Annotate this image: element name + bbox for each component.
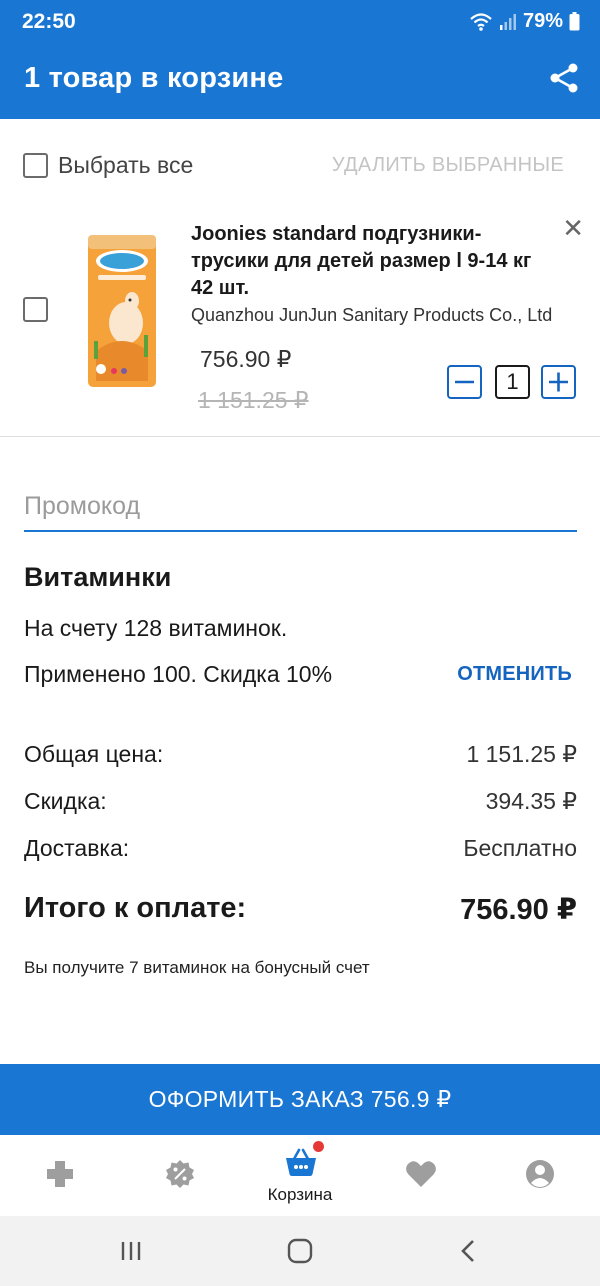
- item-old-price: 1 151.25 ₽: [198, 387, 309, 413]
- profile-icon: [526, 1160, 554, 1188]
- cancel-vitamins-button[interactable]: ОТМЕНИТЬ: [457, 663, 572, 686]
- summary-total-price-row: Общая цена: 1 151.25 ₽: [24, 741, 577, 768]
- vitamins-balance: На счету 128 витаминок.: [24, 615, 288, 641]
- summary-delivery-row: Доставка: Бесплатно: [24, 835, 577, 862]
- cart-item: Joonies standard подгузники-трусики для …: [0, 205, 600, 437]
- total-price-label: Общая цена:: [24, 741, 164, 767]
- nav-item-favorites[interactable]: [360, 1135, 480, 1216]
- item-manufacturer: Quanzhou JunJun Sanitary Products Co., L…: [191, 305, 553, 325]
- summary-to-pay-row: Итого к оплате: 756.90 ₽: [24, 892, 577, 927]
- item-name[interactable]: Joonies standard подгузники-трусики для …: [191, 221, 551, 302]
- item-price: 756.90 ₽: [200, 346, 292, 372]
- cart-notification-badge: [313, 1141, 324, 1152]
- bottom-navigation: Корзина: [0, 1135, 600, 1216]
- signal-icon: [499, 13, 516, 30]
- to-pay-value: 756.90 ₽: [460, 894, 577, 926]
- page-title: 1 товар в корзине: [24, 62, 284, 94]
- bonus-info: Вы получите 7 витаминок на бонусный счет: [24, 958, 370, 977]
- wifi-icon: [470, 12, 492, 31]
- nav-item-catalog[interactable]: [0, 1135, 120, 1216]
- promo-code-field-wrapper: [24, 488, 577, 532]
- heart-icon: [406, 1161, 436, 1187]
- medical-cross-icon: [47, 1161, 73, 1187]
- system-navigation-bar: [0, 1216, 600, 1286]
- select-all-row: Выбрать все УДАЛИТЬ ВЫБРАННЫЕ: [0, 140, 600, 192]
- promo-code-input[interactable]: [24, 488, 577, 524]
- increase-quantity-button[interactable]: [541, 365, 576, 399]
- basket-icon: [286, 1148, 316, 1176]
- delivery-value: Бесплатно: [463, 835, 577, 861]
- total-price-value: 1 151.25 ₽: [466, 741, 577, 767]
- plus-icon: [549, 372, 568, 392]
- nav-item-cart[interactable]: Корзина: [240, 1135, 360, 1216]
- quantity-value[interactable]: 1: [495, 365, 530, 399]
- item-checkbox[interactable]: [23, 297, 48, 322]
- vitamins-applied: Применено 100. Скидка 10%: [24, 661, 333, 687]
- nav-item-promotions[interactable]: [120, 1135, 240, 1216]
- vitamins-title: Витаминки: [24, 562, 172, 592]
- decrease-quantity-button[interactable]: [447, 365, 482, 399]
- back-icon[interactable]: [453, 1236, 483, 1266]
- remove-item-icon[interactable]: ✕: [562, 213, 584, 244]
- diaper-package-image[interactable]: [86, 231, 158, 391]
- to-pay-label: Итого к оплате:: [24, 892, 247, 924]
- summary-discount-row: Скидка: 394.35 ₽: [24, 788, 577, 815]
- discount-badge-icon: [166, 1160, 194, 1188]
- discount-value: 394.35 ₽: [485, 788, 577, 814]
- delivery-label: Доставка:: [24, 835, 130, 861]
- select-all-label[interactable]: Выбрать все: [58, 152, 193, 179]
- battery-percent: 79%: [522, 10, 563, 32]
- share-icon[interactable]: [548, 62, 580, 94]
- minus-icon: [455, 380, 474, 384]
- nav-item-cart-label: Корзина: [267, 1185, 333, 1204]
- status-bar: 22:50 79%: [0, 0, 600, 44]
- app-bar: 1 товар в корзине: [0, 44, 600, 119]
- select-all-checkbox[interactable]: [23, 153, 48, 178]
- checkout-button[interactable]: ОФОРМИТЬ ЗАКАЗ 756.9 ₽: [0, 1064, 600, 1135]
- home-icon[interactable]: [285, 1236, 315, 1266]
- status-time: 22:50: [22, 10, 76, 33]
- discount-label: Скидка:: [24, 788, 107, 814]
- recent-apps-icon[interactable]: [116, 1236, 146, 1266]
- battery-icon: [569, 12, 580, 31]
- status-icons: 79%: [469, 10, 580, 33]
- nav-item-profile[interactable]: [480, 1135, 600, 1216]
- delete-selected-button[interactable]: УДАЛИТЬ ВЫБРАННЫЕ: [332, 154, 564, 177]
